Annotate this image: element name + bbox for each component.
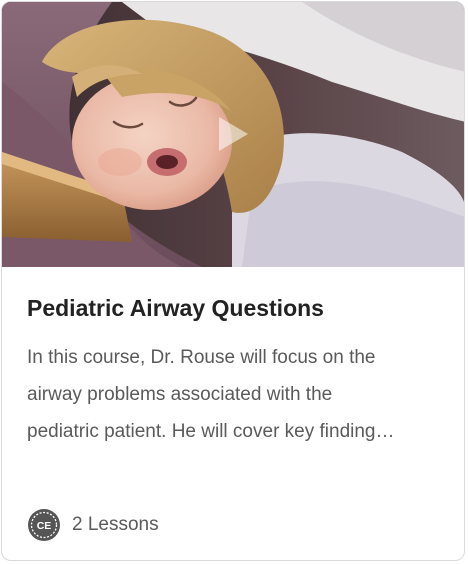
description-line: airway problems associated with the <box>27 384 333 405</box>
description-line: In this course, Dr. Rouse will focus on … <box>27 347 376 368</box>
ce-badge-icon: CE <box>28 509 60 541</box>
course-title[interactable]: Pediatric Airway Questions <box>27 293 324 323</box>
play-icon[interactable] <box>215 114 251 154</box>
course-description: In this course, Dr. Rouse will focus on … <box>27 339 447 450</box>
course-thumbnail[interactable] <box>2 2 464 267</box>
card-footer: CE 2 Lessons <box>27 508 159 542</box>
lessons-count: 2 Lessons <box>72 514 159 535</box>
course-card[interactable]: Pediatric Airway Questions In this cours… <box>1 1 465 561</box>
description-line: pediatric patient. He will cover key fin… <box>27 421 395 442</box>
ce-badge-text: CE <box>37 520 52 532</box>
